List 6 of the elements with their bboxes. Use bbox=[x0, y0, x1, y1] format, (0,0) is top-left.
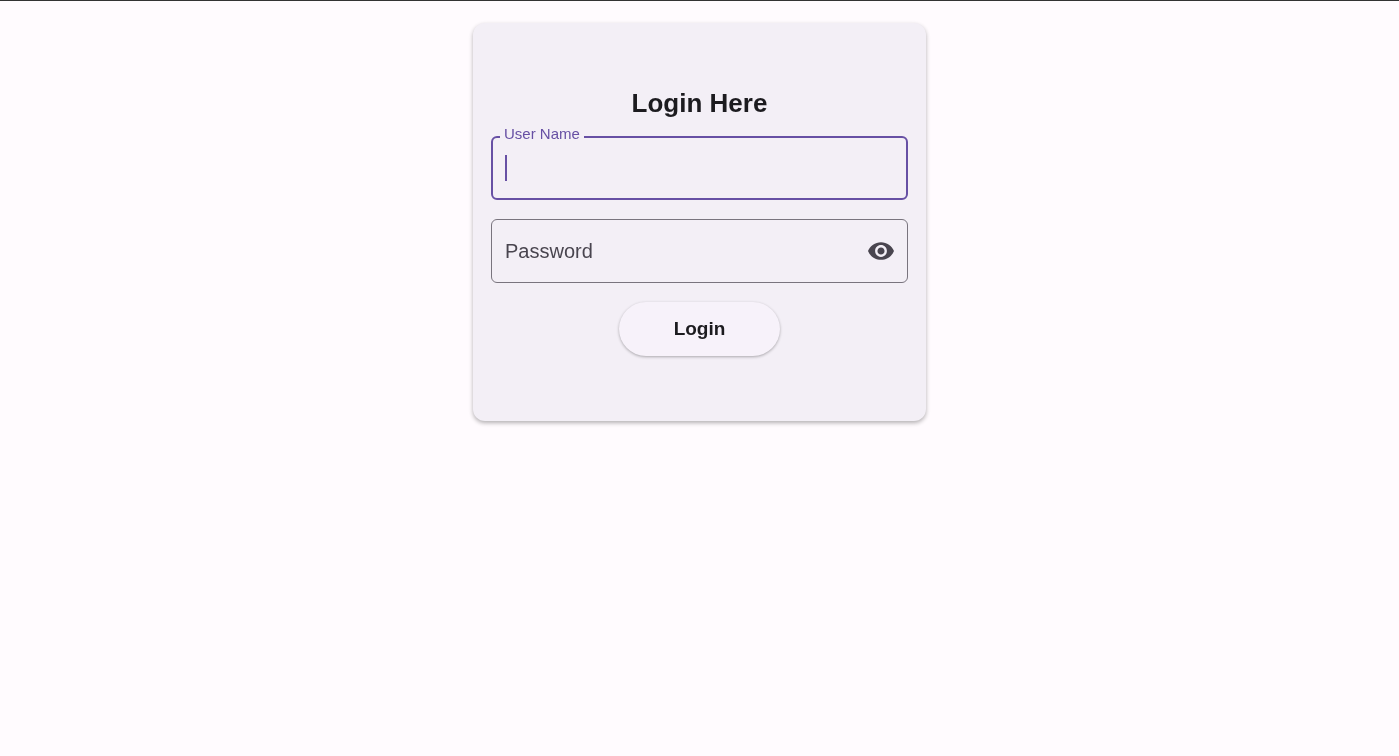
field-label: Password bbox=[505, 239, 594, 264]
password-field[interactable]: Password bbox=[491, 219, 908, 283]
text-cursor bbox=[505, 155, 507, 181]
login-title: Login Here bbox=[631, 87, 768, 119]
login-button[interactable]: Login bbox=[619, 302, 780, 356]
eye-icon[interactable] bbox=[868, 242, 894, 260]
